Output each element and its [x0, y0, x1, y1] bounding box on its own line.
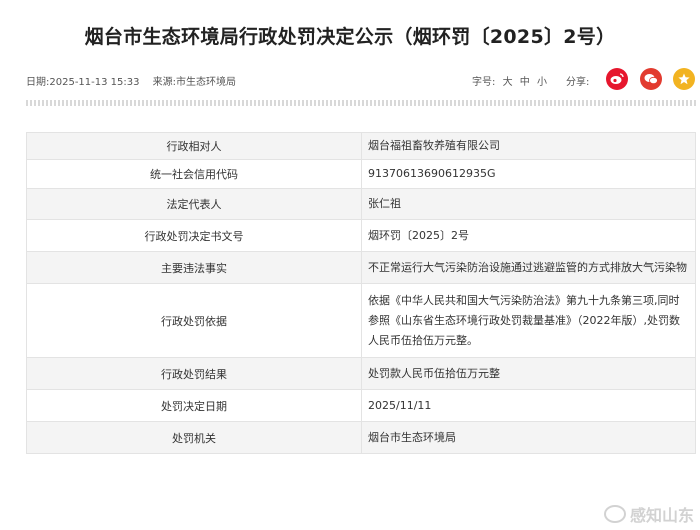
row-value: 2025/11/11 — [361, 389, 696, 422]
row-key: 法定代表人 — [26, 188, 362, 220]
row-value: 烟台市生态环境局 — [361, 421, 696, 454]
row-key: 行政相对人 — [26, 132, 362, 160]
table-row: 处罚决定日期 2025/11/11 — [26, 389, 696, 422]
row-value: 91370613690612935G — [361, 159, 696, 189]
row-key: 行政处罚决定书文号 — [26, 219, 362, 252]
row-key: 统一社会信用代码 — [26, 159, 362, 189]
table-row: 统一社会信用代码 91370613690612935G — [26, 159, 696, 189]
row-key: 处罚决定日期 — [26, 389, 362, 422]
row-key: 主要违法事实 — [26, 251, 362, 284]
row-key: 行政处罚结果 — [26, 357, 362, 390]
table-row: 行政相对人 烟台福祖畜牧养殖有限公司 — [26, 132, 696, 160]
publish-date: 日期:2025-11-13 15:33 — [26, 77, 140, 88]
font-size-label: 字号: — [472, 77, 496, 88]
table-row: 处罚机关 烟台市生态环境局 — [26, 421, 696, 454]
table-row: 主要违法事实 不正常运行大气污染防治设施通过逃避监管的方式排放大气污染物 — [26, 251, 696, 284]
row-key: 行政处罚依据 — [26, 283, 362, 358]
table-row: 行政处罚依据 依据《中华人民共和国大气污染防治法》第九十九条第三项,同时参照《山… — [26, 283, 696, 358]
row-value: 烟环罚〔2025〕2号 — [361, 219, 696, 252]
table-row: 行政处罚决定书文号 烟环罚〔2025〕2号 — [26, 219, 696, 252]
watermark: 感知山东 — [603, 502, 694, 526]
weibo-icon[interactable] — [606, 68, 628, 90]
font-size-selector: 字号: 大 中 小 — [472, 73, 547, 88]
row-key: 处罚机关 — [26, 421, 362, 454]
favorite-star-icon[interactable] — [673, 68, 695, 90]
table-row: 行政处罚结果 处罚款人民币伍拾伍万元整 — [26, 357, 696, 390]
row-value: 烟台福祖畜牧养殖有限公司 — [361, 132, 696, 160]
article-meta: 日期:2025-11-13 15:33 来源:市生态环境局 — [26, 73, 246, 88]
header-divider — [26, 100, 696, 106]
page-title: 烟台市生态环境局行政处罚决定公示（烟环罚〔2025〕2号） — [84, 26, 616, 48]
watermark-text: 感知山东 — [629, 506, 694, 525]
table-row: 法定代表人 张仁祖 — [26, 188, 696, 220]
wechat-icon[interactable] — [640, 68, 662, 90]
row-value: 处罚款人民币伍拾伍万元整 — [361, 357, 696, 390]
font-size-small[interactable]: 小 — [537, 77, 547, 88]
row-value: 张仁祖 — [361, 188, 696, 220]
penalty-info-table: 行政相对人 烟台福祖畜牧养殖有限公司 统一社会信用代码 913706136906… — [26, 132, 696, 454]
font-size-large[interactable]: 大 — [503, 77, 513, 88]
font-size-medium[interactable]: 中 — [520, 77, 530, 88]
watermark-weibo-icon — [603, 505, 626, 523]
row-value: 依据《中华人民共和国大气污染防治法》第九十九条第三项,同时参照《山东省生态环境行… — [361, 283, 696, 358]
row-value: 不正常运行大气污染防治设施通过逃避监管的方式排放大气污染物 — [361, 251, 696, 284]
share-label: 分享: — [566, 77, 590, 88]
article-source: 来源:市生态环境局 — [152, 77, 237, 88]
